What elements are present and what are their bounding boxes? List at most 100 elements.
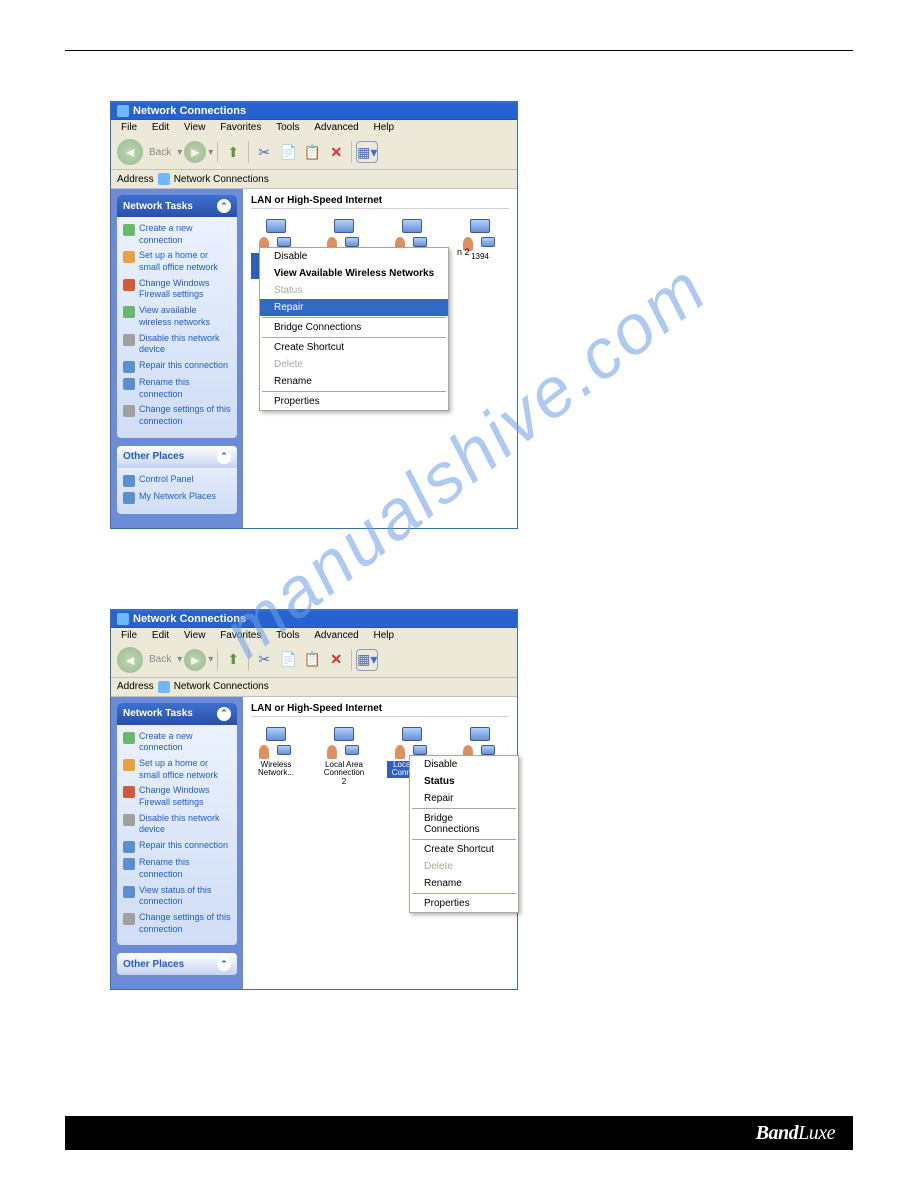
collapse-icon[interactable]: ⌃	[217, 450, 231, 464]
conn-wireless[interactable]: Wireless Network...	[251, 727, 301, 787]
back-button[interactable]: ◄	[117, 139, 143, 165]
screenshot-1: Network Connections File Edit View Favor…	[110, 101, 853, 529]
back-button[interactable]: ◄	[117, 647, 143, 673]
up-icon[interactable]: ⬆	[222, 649, 244, 671]
forward-button[interactable]: ►	[184, 649, 206, 671]
collapse-icon[interactable]: ⌃	[217, 199, 231, 213]
menu-view[interactable]: View	[178, 628, 212, 643]
footer: BandLuxe	[65, 1116, 853, 1150]
cm-bridge[interactable]: Bridge Connections	[260, 319, 448, 336]
menu-advanced[interactable]: Advanced	[308, 120, 364, 135]
other-places-header[interactable]: Other Places ⌃	[117, 953, 237, 975]
task-create-connection[interactable]: Create a new connection	[123, 729, 231, 756]
section-header: LAN or High-Speed Internet	[251, 193, 509, 209]
cm-disable[interactable]: Disable	[260, 248, 448, 265]
cm-delete: Delete	[260, 356, 448, 373]
cm-properties[interactable]: Properties	[410, 895, 518, 912]
menu-favorites[interactable]: Favorites	[214, 628, 267, 643]
task-firewall[interactable]: Change Windows Firewall settings	[123, 276, 231, 303]
rename-icon	[123, 858, 135, 870]
menu-file[interactable]: File	[115, 628, 143, 643]
cm-status[interactable]: Status	[410, 773, 518, 790]
task-setup-network[interactable]: Set up a home or small office network	[123, 248, 231, 275]
conn-local-area-2[interactable]: Local Area Connection 2	[319, 727, 369, 787]
separator	[248, 141, 249, 163]
address-bar: Address Network Connections	[111, 170, 517, 189]
task-repair-connection[interactable]: Repair this connection	[123, 358, 231, 375]
cut-icon[interactable]: ✂	[253, 141, 275, 163]
task-disable-device[interactable]: Disable this network device	[123, 811, 231, 838]
up-icon[interactable]: ⬆	[222, 141, 244, 163]
menu-favorites[interactable]: Favorites	[214, 120, 267, 135]
cut-icon[interactable]: ✂	[253, 649, 275, 671]
menu-file[interactable]: File	[115, 120, 143, 135]
netplaces-icon	[123, 492, 135, 504]
cm-repair[interactable]: Repair	[260, 299, 448, 316]
menubar: File Edit View Favorites Tools Advanced …	[111, 628, 517, 643]
task-change-settings[interactable]: Change settings of this connection	[123, 402, 231, 429]
window-icon	[117, 105, 129, 117]
menu-advanced[interactable]: Advanced	[308, 628, 364, 643]
menu-help[interactable]: Help	[368, 628, 401, 643]
cm-disable[interactable]: Disable	[410, 756, 518, 773]
address-bar: Address Network Connections	[111, 678, 517, 697]
repair-icon	[123, 361, 135, 373]
network-tasks-header[interactable]: Network Tasks ⌃	[117, 703, 237, 725]
cm-view-wireless[interactable]: View Available Wireless Networks	[260, 265, 448, 282]
menu-edit[interactable]: Edit	[146, 628, 175, 643]
menu-tools[interactable]: Tools	[270, 628, 305, 643]
cm-rename[interactable]: Rename	[410, 875, 518, 892]
collapse-icon[interactable]: ⌃	[217, 957, 231, 971]
collapse-icon[interactable]: ⌃	[217, 707, 231, 721]
views-icon[interactable]: ▦▾	[356, 649, 378, 671]
cm-properties[interactable]: Properties	[260, 393, 448, 410]
task-setup-network[interactable]: Set up a home or small office network	[123, 756, 231, 783]
address-icon	[158, 681, 170, 693]
cm-rename[interactable]: Rename	[260, 373, 448, 390]
copy-icon[interactable]: 📄	[277, 141, 299, 163]
task-firewall[interactable]: Change Windows Firewall settings	[123, 783, 231, 810]
menu-help[interactable]: Help	[368, 120, 401, 135]
copy-icon[interactable]: 📄	[277, 649, 299, 671]
window-icon	[117, 613, 129, 625]
task-create-connection[interactable]: Create a new connection	[123, 221, 231, 248]
toolbar: ◄ Back ▾ ► ▾ ⬆ ✂ 📄 📋 ✕ ▦▾	[111, 643, 517, 678]
cm-create-shortcut[interactable]: Create Shortcut	[260, 339, 448, 356]
views-icon[interactable]: ▦▾	[356, 141, 378, 163]
cm-separator	[412, 893, 516, 894]
task-disable-device[interactable]: Disable this network device	[123, 331, 231, 358]
other-places-header[interactable]: Other Places ⌃	[117, 446, 237, 468]
paste-icon[interactable]: 📋	[301, 141, 323, 163]
delete-icon[interactable]: ✕	[325, 141, 347, 163]
network-tasks-header[interactable]: Network Tasks ⌃	[117, 195, 237, 217]
address-label: Address	[117, 681, 154, 692]
paste-icon[interactable]: 📋	[301, 649, 323, 671]
cm-status: Status	[260, 282, 448, 299]
cm-delete: Delete	[410, 858, 518, 875]
cm-separator	[412, 839, 516, 840]
forward-button[interactable]: ►	[184, 141, 206, 163]
home-net-icon	[123, 251, 135, 263]
task-view-wireless[interactable]: View available wireless networks	[123, 303, 231, 330]
cp-icon	[123, 475, 135, 487]
delete-icon[interactable]: ✕	[325, 649, 347, 671]
menu-tools[interactable]: Tools	[270, 120, 305, 135]
menu-view[interactable]: View	[178, 120, 212, 135]
cm-bridge[interactable]: Bridge Connections	[410, 810, 518, 838]
firewall-icon	[123, 279, 135, 291]
cm-separator	[412, 808, 516, 809]
cm-create-shortcut[interactable]: Create Shortcut	[410, 841, 518, 858]
task-rename-connection[interactable]: Rename this connection	[123, 375, 231, 402]
separator	[351, 141, 352, 163]
task-repair-connection[interactable]: Repair this connection	[123, 838, 231, 855]
task-rename-connection[interactable]: Rename this connection	[123, 855, 231, 882]
task-view-status[interactable]: View status of this connection	[123, 883, 231, 910]
address-label: Address	[117, 174, 154, 185]
place-my-network[interactable]: My Network Places	[123, 489, 231, 506]
titlebar: Network Connections	[111, 610, 517, 628]
task-change-settings[interactable]: Change settings of this connection	[123, 910, 231, 937]
menu-edit[interactable]: Edit	[146, 120, 175, 135]
cm-repair[interactable]: Repair	[410, 790, 518, 807]
place-control-panel[interactable]: Control Panel	[123, 472, 231, 489]
sidebar: Network Tasks ⌃ Create a new connection …	[111, 697, 243, 990]
